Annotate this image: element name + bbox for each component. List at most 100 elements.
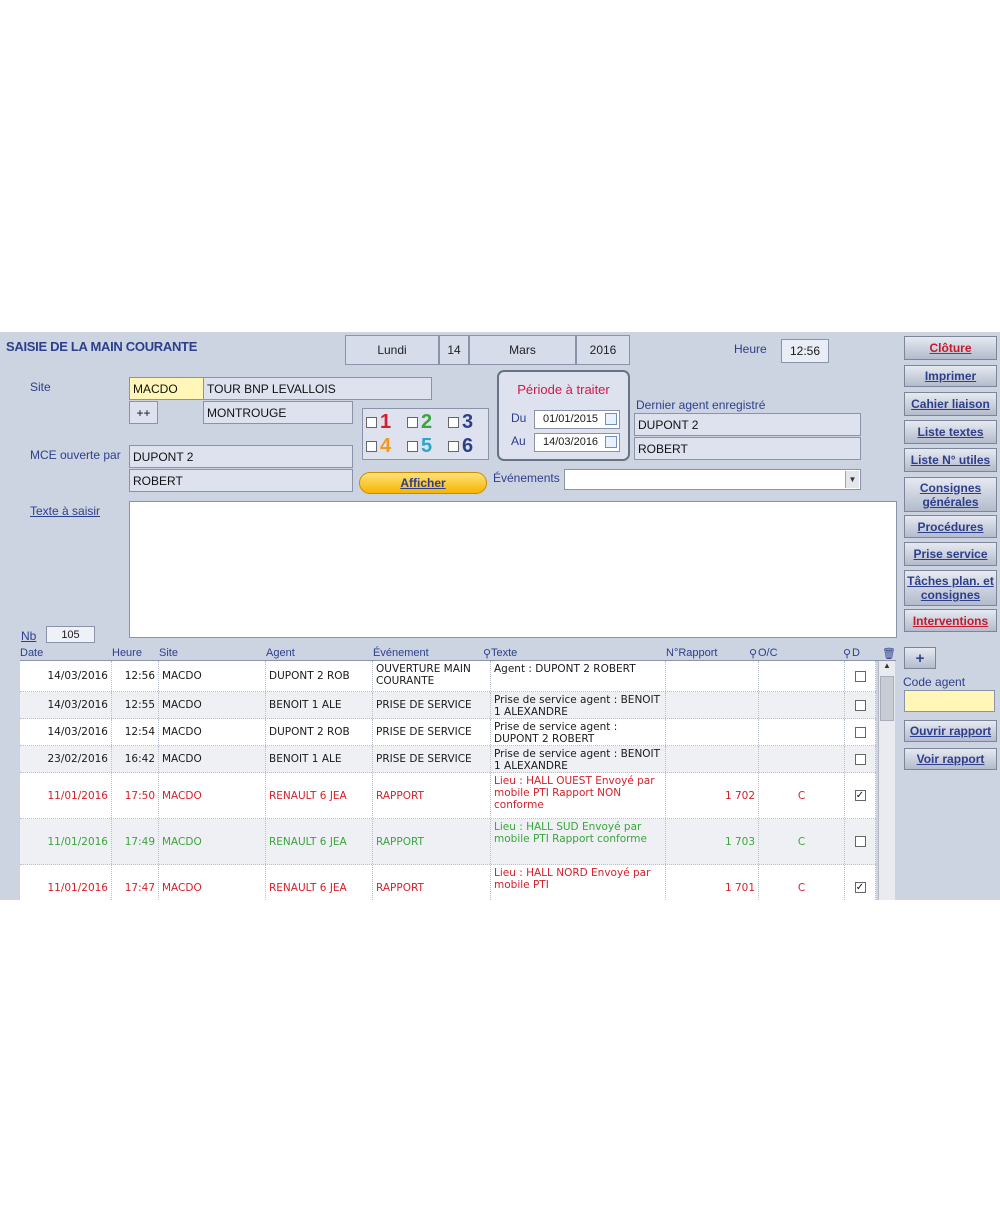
table-row[interactable]: 14/03/2016 12:56 MACDO DUPONT 2 ROB OUVERTUR… xyxy=(20,661,876,692)
scroll-up-icon[interactable]: ▲ xyxy=(879,661,895,675)
checkbox-icon[interactable] xyxy=(854,836,866,847)
periode-panel: Période à traiter Du 01/01/2015 Au 14/03… xyxy=(497,370,630,461)
table-scrollbar[interactable]: ▲ xyxy=(878,661,895,900)
cell-date: 11/01/2016 xyxy=(20,865,112,900)
cell-heure: 12:56 xyxy=(112,661,159,691)
filter-3[interactable]: 3 xyxy=(448,411,473,434)
filter-4[interactable]: 4 xyxy=(366,435,391,458)
cell-site: MACDO xyxy=(159,746,266,772)
calendar-icon[interactable] xyxy=(605,413,617,425)
filter-1[interactable]: 1 xyxy=(366,411,391,434)
evenements-select[interactable]: ▼ xyxy=(564,469,861,490)
checked-checkbox-icon[interactable]: ✓ xyxy=(854,882,866,893)
code-agent-input[interactable] xyxy=(904,690,995,712)
site-city-field: MONTROUGE xyxy=(203,401,353,424)
table-row[interactable]: 11/01/2016 17:47 MACDO RENAULT 6 JEA RAPPORT… xyxy=(20,865,876,900)
filter-number: 4 xyxy=(380,435,392,457)
site-more-button[interactable]: ++ xyxy=(129,401,158,424)
cell-date: 14/03/2016 xyxy=(20,661,112,691)
taches-plan-button[interactable]: Tâches plan. et consignes xyxy=(904,570,997,606)
au-label: Au xyxy=(511,434,526,448)
au-date-input[interactable]: 14/03/2016 xyxy=(534,433,620,452)
checked-checkbox-icon[interactable]: ✓ xyxy=(854,790,866,801)
col-site[interactable]: Site xyxy=(159,647,178,659)
interventions-button[interactable]: Interventions xyxy=(904,609,997,632)
liste-numeros-button[interactable]: Liste N° utiles xyxy=(904,448,997,472)
cell-agent: BENOIT 1 ALE xyxy=(266,692,373,718)
checkbox-icon[interactable] xyxy=(448,417,459,428)
table-row[interactable]: 11/01/2016 17:49 MACDO RENAULT 6 JEA RAPPORT… xyxy=(20,819,876,865)
prise-service-button[interactable]: Prise service xyxy=(904,542,997,566)
search-icon[interactable]: ⚲ xyxy=(749,647,757,660)
dernier-agent-name2: ROBERT xyxy=(634,437,861,460)
procedures-button[interactable]: Procédures xyxy=(904,515,997,538)
checkbox-icon[interactable] xyxy=(366,441,377,452)
filter-2[interactable]: 2 xyxy=(407,411,432,434)
cell-evenement: PRISE DE SERVICE xyxy=(373,746,491,772)
table-row[interactable]: 14/03/2016 12:55 MACDO BENOIT 1 ALE PRISE DE… xyxy=(20,692,876,719)
du-date-value: 01/01/2015 xyxy=(543,413,599,425)
texte-textarea[interactable] xyxy=(129,501,897,638)
filter-number: 3 xyxy=(462,411,474,433)
cell-oc xyxy=(759,719,845,745)
col-rapport[interactable]: N°Rapport xyxy=(666,647,717,659)
row-check-cell xyxy=(845,819,876,864)
site-name-field: TOUR BNP LEVALLOIS xyxy=(203,377,432,400)
dernier-agent-label: Dernier agent enregistré xyxy=(636,398,766,412)
add-button[interactable]: + xyxy=(904,647,936,669)
scroll-thumb[interactable] xyxy=(880,676,894,721)
filter-5[interactable]: 5 xyxy=(407,435,432,458)
ouvrir-rapport-button[interactable]: Ouvrir rapport xyxy=(904,720,997,742)
col-agent[interactable]: Agent xyxy=(266,647,295,659)
main-courante-window: SAISIE DE LA MAIN COURANTE Lundi 14 Mars… xyxy=(0,332,1000,900)
cahier-liaison-button[interactable]: Cahier liaison xyxy=(904,392,997,416)
row-check-cell xyxy=(845,719,876,745)
col-evenement[interactable]: Événement xyxy=(373,647,429,659)
imprimer-button[interactable]: Imprimer xyxy=(904,365,997,387)
dropdown-arrow-icon[interactable]: ▼ xyxy=(845,471,859,488)
col-date[interactable]: Date xyxy=(20,647,43,659)
cell-site: MACDO xyxy=(159,773,266,818)
checkbox-icon[interactable] xyxy=(854,670,866,682)
cell-oc: C xyxy=(759,773,845,818)
search-icon[interactable]: ⚲ xyxy=(483,647,491,660)
checkbox-icon[interactable] xyxy=(366,417,377,428)
cell-oc: C xyxy=(759,819,845,864)
checkbox-icon[interactable] xyxy=(854,753,866,765)
consignes-generales-button[interactable]: Consignes générales xyxy=(904,477,997,512)
cell-evenement: RAPPORT xyxy=(373,773,491,818)
checkbox-icon[interactable] xyxy=(407,417,418,428)
checkbox-icon[interactable] xyxy=(407,441,418,452)
checkbox-icon[interactable] xyxy=(448,441,459,452)
events-table: 14/03/2016 12:56 MACDO DUPONT 2 ROB OUVERTUR… xyxy=(20,661,876,900)
calendar-icon[interactable] xyxy=(605,436,617,448)
cell-site: MACDO xyxy=(159,819,266,864)
du-label: Du xyxy=(511,411,527,425)
du-date-input[interactable]: 01/01/2015 xyxy=(534,410,620,429)
checkbox-icon[interactable] xyxy=(854,726,866,738)
col-texte[interactable]: Texte xyxy=(491,647,517,659)
table-row[interactable]: 23/02/2016 16:42 MACDO BENOIT 1 ALE PRISE DE… xyxy=(20,746,876,773)
periode-title: Période à traiter xyxy=(517,382,610,397)
filter-6[interactable]: 6 xyxy=(448,435,473,458)
voir-rapport-button[interactable]: Voir rapport xyxy=(904,748,997,770)
mce-name1: DUPONT 2 xyxy=(129,445,353,468)
site-code-field[interactable]: MACDO xyxy=(129,377,204,400)
afficher-button[interactable]: Afficher xyxy=(359,472,487,494)
mce-label: MCE ouverte par xyxy=(30,448,121,462)
col-d[interactable]: D xyxy=(852,647,860,659)
month-display: Mars xyxy=(469,335,576,365)
cell-agent: RENAULT 6 JEA xyxy=(266,865,373,900)
table-row[interactable]: 11/01/2016 17:50 MACDO RENAULT 6 JEA RAPPORT… xyxy=(20,773,876,819)
table-row[interactable]: 14/03/2016 12:54 MACDO DUPONT 2 ROB PRISE DE… xyxy=(20,719,876,746)
liste-textes-button[interactable]: Liste textes xyxy=(904,420,997,444)
cell-texte: Agent : DUPONT 2 ROBERT xyxy=(491,661,666,691)
trash-icon[interactable]: 🗑 xyxy=(882,647,896,660)
col-oc[interactable]: O/C xyxy=(758,647,778,659)
cloture-button[interactable]: Clôture xyxy=(904,336,997,360)
search-icon[interactable]: ⚲ xyxy=(843,647,851,660)
cell-agent: RENAULT 6 JEA xyxy=(266,773,373,818)
cell-texte: Prise de service agent : BENOIT 1 ALEXAN… xyxy=(491,746,666,772)
checkbox-icon[interactable] xyxy=(854,699,866,711)
col-heure[interactable]: Heure xyxy=(112,647,142,659)
